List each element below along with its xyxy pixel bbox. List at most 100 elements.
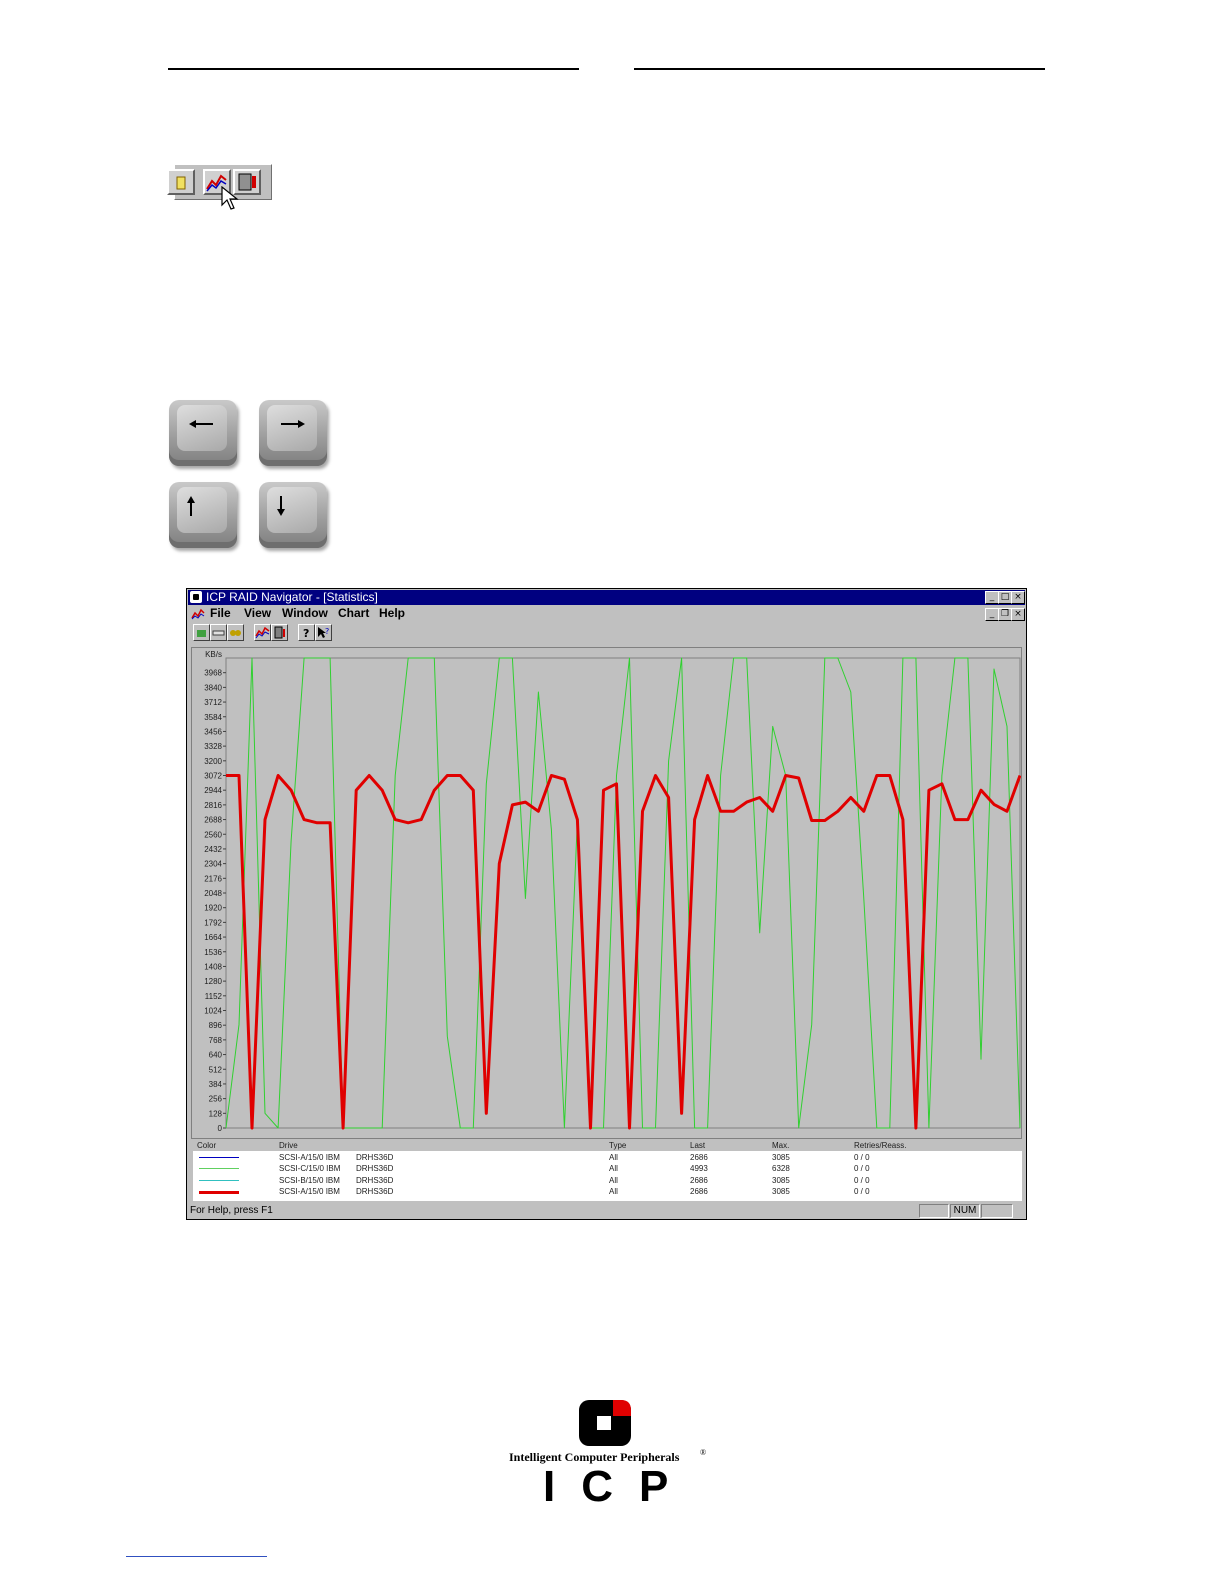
legend-drive: SCSI-B/15/0 IBM (279, 1176, 340, 1185)
legend-retries: 0 / 0 (854, 1164, 870, 1173)
legend-model: DRHS36D (356, 1164, 394, 1173)
y-tick-label: 384 (209, 1080, 223, 1089)
logo-registered-mark: ® (700, 1448, 707, 1457)
legend-row[interactable]: SCSI-A/15/0 IBM DRHS36D All 2686 3085 0 … (193, 1152, 1022, 1163)
y-tick-label: 1024 (204, 1007, 222, 1016)
title-bar[interactable]: ICP RAID Navigator - [Statistics] _ □ × (188, 590, 1025, 605)
menu-chart[interactable]: Chart (338, 606, 369, 621)
right-arrow-key-icon (259, 400, 327, 466)
legend-swatch (199, 1191, 239, 1194)
y-tick-label: 0 (218, 1124, 223, 1133)
app-icon[interactable] (190, 591, 202, 603)
legend-header-color: Color (197, 1141, 217, 1150)
y-tick-label: 3072 (204, 772, 222, 781)
statistics-chart: KB/s 0 128 256 384 512 640 768 896 1024 1152 1280 14… (191, 647, 1022, 1139)
y-tick-label: 2688 (204, 816, 222, 825)
legend-type: All (609, 1187, 618, 1196)
legend-type: All (609, 1153, 618, 1162)
legend-retries: 0 / 0 (854, 1176, 870, 1185)
logo-wordmark: ICP (543, 1462, 695, 1511)
statistics-button-icon[interactable] (254, 624, 271, 641)
svg-text:?: ? (303, 627, 309, 640)
binoculars-icon[interactable] (227, 624, 244, 641)
y-tick-label: 3712 (204, 698, 222, 707)
legend-header-last: Last (690, 1141, 706, 1150)
y-axis-label: KB/s (205, 650, 222, 659)
legend-row[interactable]: SCSI-A/15/0 IBM DRHS36D All 2686 3085 0 … (193, 1186, 1022, 1197)
legend-max: 6328 (772, 1164, 790, 1173)
legend-type: All (609, 1176, 618, 1185)
y-tick-label: 3456 (204, 727, 222, 736)
header-rule-right (634, 68, 1045, 70)
drive-icon[interactable] (210, 624, 227, 641)
legend-swatch (199, 1168, 239, 1169)
context-help-icon[interactable]: ? (315, 624, 332, 641)
header-rule-left (168, 68, 579, 70)
status-pane-caps (919, 1204, 949, 1218)
y-tick-label: 128 (209, 1109, 223, 1118)
maximize-button[interactable]: □ (998, 591, 1012, 604)
legend-model: DRHS36D (356, 1187, 394, 1196)
y-tick-label: 768 (209, 1036, 223, 1045)
y-tick-label: 896 (209, 1021, 223, 1030)
y-tick-label: 1280 (204, 977, 222, 986)
window-title: ICP RAID Navigator - [Statistics] (206, 590, 378, 604)
left-arrow-key-icon (169, 400, 237, 466)
y-tick-label: 2176 (204, 874, 222, 883)
legend-header-max: Max. (772, 1141, 790, 1150)
menu-help[interactable]: Help (379, 606, 405, 621)
menu-file[interactable]: File (210, 606, 231, 621)
document-chart-icon[interactable] (191, 608, 205, 620)
y-tick-label: 3584 (204, 713, 222, 722)
minimize-button[interactable]: _ (985, 591, 999, 604)
help-icon[interactable]: ? (298, 624, 315, 641)
legend-table: SCSI-A/15/0 IBM DRHS36D All 2686 3085 0 … (193, 1151, 1022, 1201)
toolbar: ? ? (188, 623, 1025, 643)
menu-view[interactable]: View (244, 606, 271, 621)
mouse-cursor-icon (221, 186, 239, 210)
legend-row[interactable]: SCSI-B/15/0 IBM DRHS36D All 2686 3085 0 … (193, 1175, 1022, 1186)
legend-last: 2686 (690, 1187, 708, 1196)
status-bar: For Help, press F1 NUM (188, 1204, 1025, 1218)
exit-button-icon[interactable] (271, 624, 288, 641)
up-arrow-key-icon (169, 482, 237, 548)
status-num: NUM (950, 1204, 980, 1218)
child-close-button[interactable]: × (1011, 608, 1025, 621)
y-tick-label: 3200 (204, 757, 222, 766)
y-tick-label: 2304 (204, 860, 222, 869)
icp-logo-mark-icon (579, 1400, 631, 1446)
y-tick-label: 1792 (204, 918, 222, 927)
y-tick-label: 1408 (204, 962, 222, 971)
legend-drive: SCSI-C/15/0 IBM (279, 1164, 341, 1173)
close-button[interactable]: × (1011, 591, 1025, 604)
legend-model: DRHS36D (356, 1153, 394, 1162)
legend-row[interactable]: SCSI-C/15/0 IBM DRHS36D All 4993 6328 0 … (193, 1163, 1022, 1174)
chart-canvas: KB/s 0 128 256 384 512 640 768 896 1024 1152 1280 14… (204, 650, 1022, 1133)
status-pane-scroll (981, 1204, 1013, 1218)
y-tick-label: 256 (209, 1095, 223, 1104)
child-restore-button[interactable]: ❐ (998, 608, 1012, 621)
menu-bar: File View Window Chart Help _ ❐ × (188, 606, 1025, 621)
svg-text:?: ? (325, 627, 329, 636)
y-tick-label: 1536 (204, 948, 222, 957)
legend-last: 2686 (690, 1176, 708, 1185)
y-tick-label: 1152 (205, 992, 223, 1001)
legend-swatch (199, 1157, 239, 1158)
open-icon[interactable] (193, 624, 210, 641)
y-tick-label: 2432 (204, 845, 222, 854)
child-minimize-button[interactable]: _ (985, 608, 999, 621)
legend-drive: SCSI-A/15/0 IBM (279, 1153, 340, 1162)
footer-link-line (126, 1556, 267, 1557)
y-tick-label: 512 (209, 1065, 223, 1074)
menu-window[interactable]: Window (282, 606, 328, 621)
legend-swatch (199, 1180, 239, 1181)
legend-retries: 0 / 0 (854, 1187, 870, 1196)
status-text: For Help, press F1 (190, 1205, 273, 1216)
chart-legend: Color Drive Type Last Max. Retries/Reass… (193, 1141, 1022, 1201)
y-tick-label: 640 (209, 1051, 223, 1060)
legend-drive: SCSI-A/15/0 IBM (279, 1187, 340, 1196)
y-tick-label: 2560 (204, 830, 222, 839)
legend-model: DRHS36D (356, 1176, 394, 1185)
legend-last: 4993 (690, 1164, 708, 1173)
y-tick-label: 1664 (204, 933, 222, 942)
